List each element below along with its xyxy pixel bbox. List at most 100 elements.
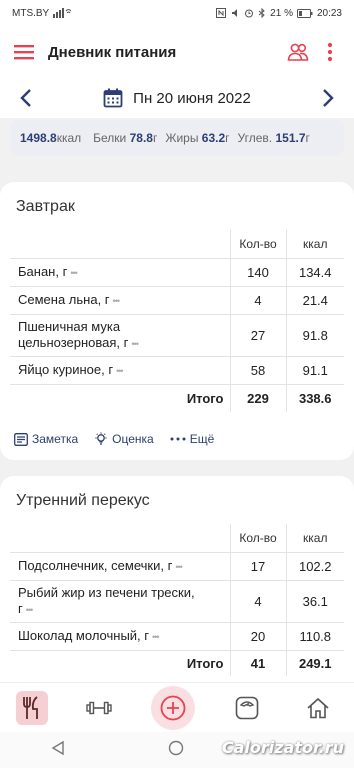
app-bar: Дневник питания — [0, 26, 354, 78]
row-menu-icon[interactable]: ••• — [70, 268, 78, 278]
table-header: Кол-во ккал — [10, 524, 344, 553]
food-qty: 27 — [229, 313, 287, 357]
back-triangle-icon — [51, 740, 65, 755]
more-button[interactable]: Ещё — [170, 432, 215, 446]
table-row[interactable]: Банан, г ••• 140 134.4 — [10, 257, 344, 287]
date-label: Пн 20 июня 2022 — [133, 89, 251, 107]
users-button[interactable] — [282, 36, 314, 68]
food-name: Шоколад молочный, г — [18, 627, 150, 643]
bottom-navigation — [0, 682, 354, 732]
signal-icon — [53, 8, 72, 18]
food-kcal: 110.8 — [285, 621, 344, 651]
table-row[interactable]: Рыбий жир из печени трески, г ••• 4 36.1 — [10, 579, 344, 623]
bluetooth-icon — [258, 8, 265, 18]
row-menu-icon[interactable]: ••• — [113, 296, 121, 306]
rating-button[interactable]: Оценка — [94, 432, 154, 446]
meal-title: Утренний перекус — [16, 492, 150, 509]
table-row[interactable]: Шоколад молочный, г ••• 20 110.8 — [10, 621, 344, 651]
cutlery-icon — [22, 695, 38, 719]
food-kcal: 134.4 — [285, 257, 344, 287]
date-picker[interactable]: Пн 20 июня 2022 — [103, 88, 251, 108]
total-qty: 229 — [229, 383, 287, 412]
users-icon — [287, 43, 309, 61]
page-title: Дневник питания — [48, 43, 177, 61]
more-label: Ещё — [189, 432, 215, 446]
meal-table: Кол-во ккал Банан, г ••• 140 134.4 Семена… — [10, 230, 344, 412]
row-menu-icon[interactable]: ••• — [26, 605, 34, 615]
calendar-icon — [103, 88, 123, 108]
rating-label: Оценка — [112, 432, 154, 446]
food-kcal: 91.8 — [285, 313, 344, 357]
more-options-button[interactable] — [314, 36, 346, 68]
plus-circle-icon — [160, 695, 186, 720]
note-label: Заметка — [32, 432, 79, 446]
food-qty: 4 — [229, 579, 287, 623]
menu-button[interactable] — [8, 36, 40, 68]
add-button[interactable] — [150, 685, 195, 730]
back-button[interactable] — [51, 740, 65, 761]
row-menu-icon[interactable]: ••• — [116, 366, 124, 376]
meal-actions: Заметка Оценка Ещё — [14, 432, 214, 446]
food-name: Подсолнечник, семечки, г — [18, 557, 173, 573]
more-dots-icon — [170, 437, 186, 441]
home-system-button[interactable] — [168, 740, 184, 761]
chevron-right-icon — [323, 89, 334, 107]
nav-home[interactable] — [298, 688, 338, 728]
date-selector: Пн 20 июня 2022 — [0, 78, 354, 118]
battery-icon — [296, 8, 313, 18]
meal-title: Завтрак — [16, 198, 75, 215]
total-qty: 41 — [229, 649, 287, 676]
fat-summary: Жиры 63.2г — [165, 131, 230, 145]
table-row[interactable]: Яйцо куриное, г ••• 58 91.1 — [10, 355, 344, 385]
table-row[interactable]: Пшеничная мука цельнозерновая, г ••• 27 9… — [10, 313, 344, 357]
food-qty: 20 — [229, 621, 287, 651]
daily-summary: 1498.8ккал Белки 78.8г Жиры 63.2г Углев.… — [10, 120, 344, 156]
row-menu-icon[interactable]: ••• — [131, 339, 139, 349]
home-circle-icon — [168, 740, 184, 755]
food-name: Рыбий жир из печени трески, г — [18, 584, 195, 616]
food-name: Яйцо куриное, г — [18, 361, 114, 377]
nav-diary[interactable] — [15, 690, 48, 725]
meal-card-breakfast: Завтрак Кол-во ккал Банан, г ••• 140 134.… — [0, 182, 354, 460]
chevron-left-icon — [20, 89, 31, 107]
watermark: Calorizator.ru — [221, 738, 344, 757]
carbs-summary: Углев. 151.7г — [237, 131, 310, 145]
food-name: Семена льна, г — [18, 291, 110, 307]
next-day-button[interactable] — [312, 82, 344, 114]
total-label: Итого — [10, 649, 231, 676]
table-header: Кол-во ккал — [10, 230, 344, 259]
battery-percent: 21 % — [270, 7, 293, 19]
qty-header: Кол-во — [229, 524, 287, 553]
alarm-icon — [245, 9, 254, 18]
table-row[interactable]: Подсолнечник, семечки, г ••• 17 102.2 — [10, 551, 344, 581]
carrier-label: MTS.BY — [12, 7, 50, 19]
food-qty: 4 — [229, 285, 287, 315]
food-qty: 140 — [229, 257, 287, 287]
total-row: Итого 41 249.1 — [10, 649, 344, 676]
qty-header: Кол-во — [229, 230, 287, 259]
food-kcal: 102.2 — [285, 551, 344, 581]
nav-exercise[interactable] — [79, 688, 119, 728]
food-qty: 17 — [229, 551, 287, 581]
food-kcal: 36.1 — [285, 579, 344, 623]
note-button[interactable]: Заметка — [14, 432, 78, 446]
kcal-header: ккал — [285, 230, 344, 259]
status-bar: MTS.BY 21 % 20:23 — [0, 0, 354, 26]
meal-table: Кол-во ккал Подсолнечник, семечки, г ••• … — [10, 524, 344, 676]
total-row: Итого 229 338.6 — [10, 383, 344, 412]
food-name: Банан, г — [18, 263, 68, 279]
kcal-summary: 1498.8ккал — [20, 131, 82, 145]
food-name: Пшеничная мука цельнозерновая, г — [18, 318, 129, 350]
scale-icon — [235, 696, 258, 719]
table-row[interactable]: Семена льна, г ••• 4 21.4 — [10, 285, 344, 315]
total-kcal: 338.6 — [285, 383, 344, 412]
lightbulb-icon — [95, 432, 107, 445]
row-menu-icon[interactable]: ••• — [152, 632, 160, 642]
nav-weight[interactable] — [227, 688, 267, 728]
hamburger-icon — [14, 45, 34, 60]
home-icon — [307, 697, 329, 718]
prev-day-button[interactable] — [10, 82, 42, 114]
nfc-icon — [216, 8, 227, 18]
kcal-header: ккал — [285, 524, 344, 553]
row-menu-icon[interactable]: ••• — [175, 562, 183, 572]
